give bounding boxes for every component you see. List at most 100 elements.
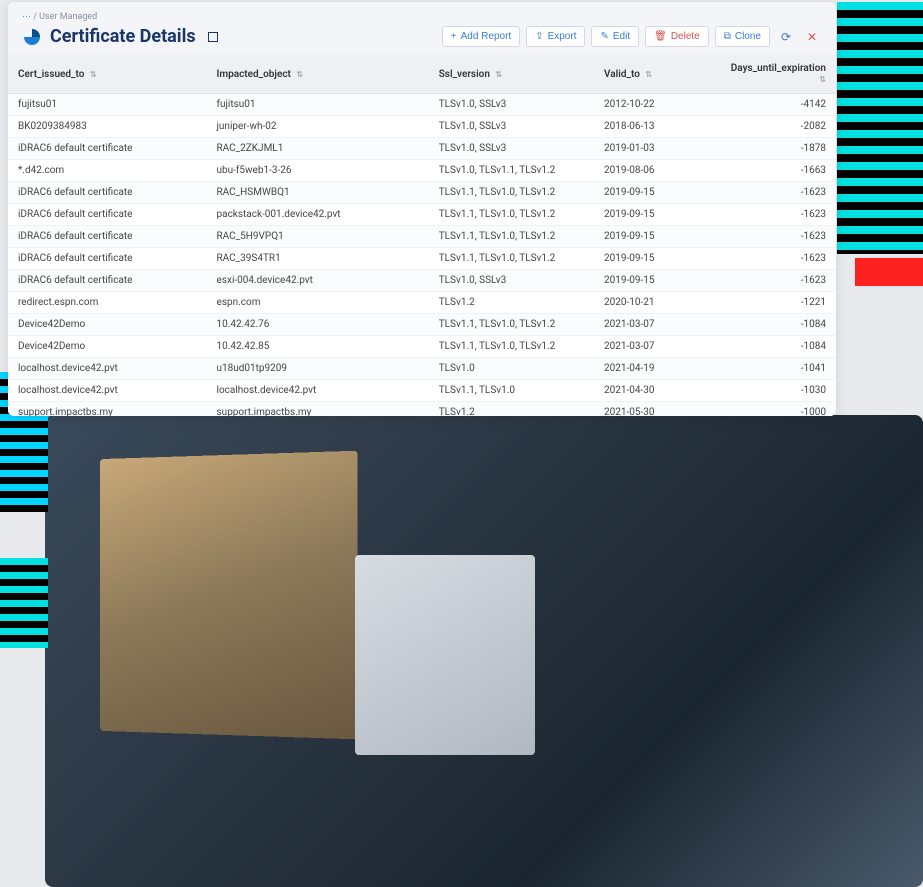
cell-ssl: TLSv1.2 <box>429 402 594 417</box>
page-title: Certificate Details <box>50 26 196 47</box>
decorative-red-block <box>855 258 923 286</box>
edit-button[interactable]: ✎ Edit <box>591 26 639 47</box>
clone-button[interactable]: ⧉ Clone <box>715 26 770 47</box>
cell-cert: iDRAC6 default certificate <box>8 248 207 270</box>
cell-obj: RAC_2ZKJML1 <box>207 138 429 160</box>
table-row[interactable]: iDRAC6 default certificateRAC_5H9VPQ1TLS… <box>8 226 836 248</box>
cell-obj: packstack-001.device42.pvt <box>207 204 429 226</box>
table-row[interactable]: iDRAC6 default certificateRAC_39S4TR1TLS… <box>8 248 836 270</box>
cell-cert: BK0209384983 <box>8 116 207 138</box>
table-row[interactable]: Device42Demo10.42.42.76TLSv1.1, TLSv1.0,… <box>8 314 836 336</box>
cell-obj: juniper-wh-02 <box>207 116 429 138</box>
cell-ssl: TLSv1.0, SSLv3 <box>429 138 594 160</box>
delete-button[interactable]: 🗑 Delete <box>645 26 709 47</box>
cell-obj: ubu-f5web1-3-26 <box>207 160 429 182</box>
table-row[interactable]: iDRAC6 default certificateesxi-004.devic… <box>8 270 836 292</box>
cell-obj: RAC_HSMWBQ1 <box>207 182 429 204</box>
cell-valid: 2021-04-19 <box>594 358 721 380</box>
col-label: Days_until_expiration <box>731 63 826 74</box>
cell-valid: 2019-09-15 <box>594 270 721 292</box>
cell-ssl: TLSv1.1, TLSv1.0, TLSv1.2 <box>429 336 594 358</box>
table-row[interactable]: Device42Demo10.42.42.85TLSv1.1, TLSv1.0,… <box>8 336 836 358</box>
cell-cert: iDRAC6 default certificate <box>8 226 207 248</box>
cell-obj: esxi-004.device42.pvt <box>207 270 429 292</box>
col-header-ssl-version[interactable]: Ssl_version ⇅ <box>429 55 594 94</box>
cell-days: -2082 <box>721 116 836 138</box>
title-indicator-icon <box>208 32 218 42</box>
cell-valid: 2019-09-15 <box>594 226 721 248</box>
cell-valid: 2021-03-07 <box>594 314 721 336</box>
sort-icon: ⇅ <box>90 70 97 79</box>
cell-valid: 2019-09-15 <box>594 182 721 204</box>
table-row[interactable]: iDRAC6 default certificateRAC_HSMWBQ1TLS… <box>8 182 836 204</box>
cell-days: -1041 <box>721 358 836 380</box>
col-label: Valid_to <box>604 69 640 80</box>
cell-ssl: TLSv1.0, SSLv3 <box>429 94 594 116</box>
export-button[interactable]: ⇪ Export <box>526 26 585 47</box>
close-icon[interactable]: ✕ <box>802 27 822 47</box>
certificates-table: Cert_issued_to ⇅ Impacted_object ⇅ Ssl_v… <box>8 55 836 416</box>
table-row[interactable]: localhost.device42.pvtlocalhost.device42… <box>8 380 836 402</box>
refresh-icon[interactable]: ⟳ <box>776 27 796 47</box>
col-header-impacted-object[interactable]: Impacted_object ⇅ <box>207 55 429 94</box>
decorative-stripes-right <box>837 2 923 254</box>
cell-days: -1663 <box>721 160 836 182</box>
cell-valid: 2020-10-21 <box>594 292 721 314</box>
col-label: Ssl_version <box>439 69 490 80</box>
table-row[interactable]: support.impactbs.mysupport.impactbs.myTL… <box>8 402 836 417</box>
cell-valid: 2019-08-06 <box>594 160 721 182</box>
sort-icon: ⇅ <box>819 75 826 84</box>
breadcrumb-root-link[interactable]: ⋯ <box>22 12 31 22</box>
col-header-days-until-expiration[interactable]: Days_until_expiration ⇅ <box>721 55 836 94</box>
toolbar: + Add Report ⇪ Export ✎ Edit 🗑 Delete ⧉ … <box>442 26 822 47</box>
sort-icon: ⇅ <box>296 70 303 79</box>
breadcrumb[interactable]: ⋯ / User Managed <box>8 2 836 24</box>
cell-days: -1623 <box>721 248 836 270</box>
cell-days: -1623 <box>721 270 836 292</box>
cell-ssl: TLSv1.2 <box>429 292 594 314</box>
cell-cert: Device42Demo <box>8 314 207 336</box>
cell-valid: 2012-10-22 <box>594 94 721 116</box>
col-label: Impacted_object <box>217 69 291 80</box>
cell-ssl: TLSv1.0, SSLv3 <box>429 116 594 138</box>
title-wrap: Certificate Details <box>22 26 218 47</box>
cell-obj: RAC_39S4TR1 <box>207 248 429 270</box>
cell-ssl: TLSv1.1, TLSv1.0, TLSv1.2 <box>429 204 594 226</box>
table-row[interactable]: iDRAC6 default certificateRAC_2ZKJML1TLS… <box>8 138 836 160</box>
table-row[interactable]: iDRAC6 default certificatepackstack-001.… <box>8 204 836 226</box>
cell-days: -1623 <box>721 204 836 226</box>
cell-obj: espn.com <box>207 292 429 314</box>
decorative-stripes-left-2 <box>0 558 48 648</box>
cell-obj: support.impactbs.my <box>207 402 429 417</box>
cell-cert: Device42Demo <box>8 336 207 358</box>
cell-ssl: TLSv1.1, TLSv1.0, TLSv1.2 <box>429 248 594 270</box>
table-row[interactable]: fujitsu01fujitsu01TLSv1.0, SSLv32012-10-… <box>8 94 836 116</box>
cell-cert: iDRAC6 default certificate <box>8 270 207 292</box>
cell-valid: 2021-04-30 <box>594 380 721 402</box>
table-row[interactable]: BK0209384983juniper-wh-02TLSv1.0, SSLv32… <box>8 116 836 138</box>
col-header-cert-issued-to[interactable]: Cert_issued_to ⇅ <box>8 55 207 94</box>
add-report-label: Add Report <box>461 31 512 42</box>
cell-ssl: TLSv1.0, TLSv1.1, TLSv1.2 <box>429 160 594 182</box>
table-row[interactable]: localhost.device42.pvtu18ud01tp9209TLSv1… <box>8 358 836 380</box>
cell-ssl: TLSv1.0 <box>429 358 594 380</box>
panel-header: Certificate Details + Add Report ⇪ Expor… <box>8 24 836 55</box>
cell-cert: fujitsu01 <box>8 94 207 116</box>
cell-ssl: TLSv1.1, TLSv1.0, TLSv1.2 <box>429 226 594 248</box>
table-row[interactable]: redirect.espn.comespn.comTLSv1.22020-10-… <box>8 292 836 314</box>
cell-obj: u18ud01tp9209 <box>207 358 429 380</box>
export-label: Export <box>548 31 577 42</box>
col-header-valid-to[interactable]: Valid_to ⇅ <box>594 55 721 94</box>
cell-cert: iDRAC6 default certificate <box>8 204 207 226</box>
add-report-button[interactable]: + Add Report <box>442 26 520 47</box>
cell-valid: 2019-01-03 <box>594 138 721 160</box>
cell-cert: *.d42.com <box>8 160 207 182</box>
cell-cert: redirect.espn.com <box>8 292 207 314</box>
cell-days: -1084 <box>721 336 836 358</box>
table-row[interactable]: *.d42.comubu-f5web1-3-26TLSv1.0, TLSv1.1… <box>8 160 836 182</box>
cell-cert: localhost.device42.pvt <box>8 380 207 402</box>
cell-cert: localhost.device42.pvt <box>8 358 207 380</box>
cell-days: -1623 <box>721 182 836 204</box>
cell-obj: localhost.device42.pvt <box>207 380 429 402</box>
cell-valid: 2021-05-30 <box>594 402 721 417</box>
